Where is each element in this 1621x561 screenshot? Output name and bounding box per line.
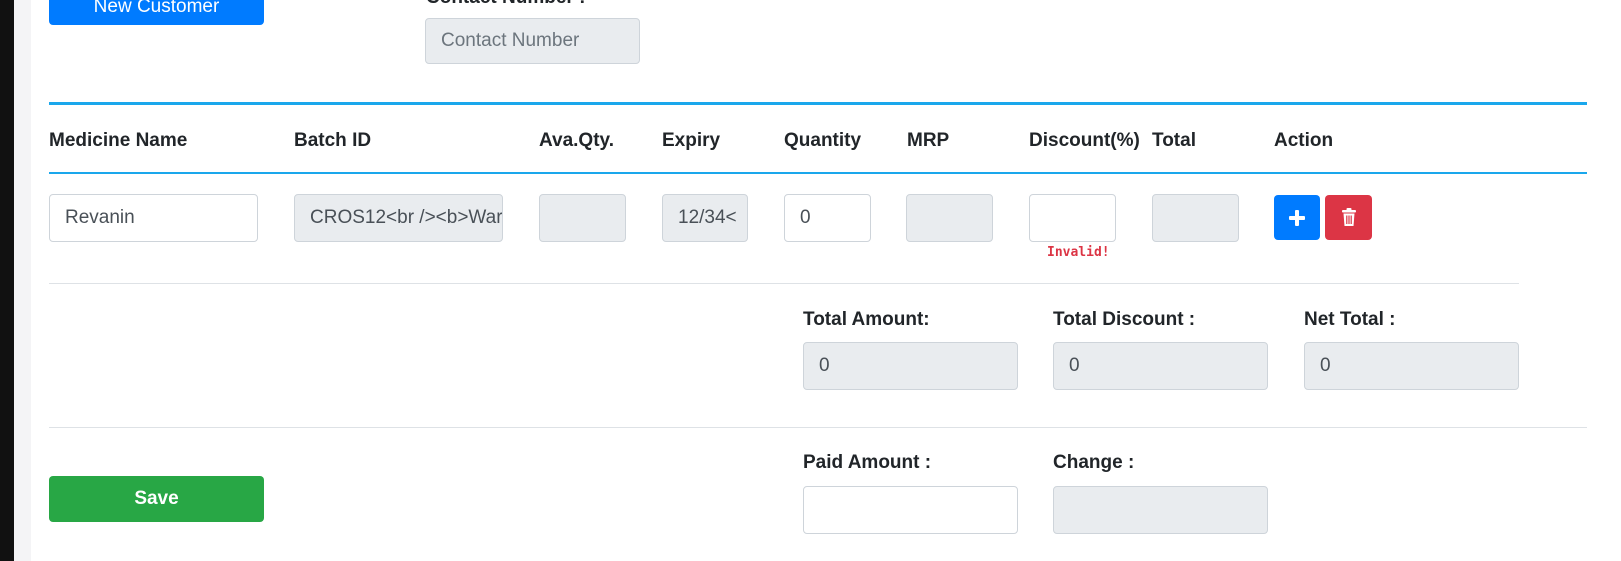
trash-icon: [1341, 208, 1357, 227]
paid-amount-label: Paid Amount :: [803, 452, 932, 473]
row-divider: [49, 283, 1519, 284]
batch-id-field[interactable]: CROS12<br /><b>Warning: [294, 194, 503, 242]
mrp-field[interactable]: [906, 194, 993, 242]
contact-number-label: Contact Number :: [426, 0, 585, 9]
contact-number-field[interactable]: [425, 18, 640, 64]
paid-amount-input[interactable]: [803, 486, 1018, 534]
header-batch-id: Batch ID: [294, 130, 372, 151]
quantity-input[interactable]: 0: [784, 194, 871, 242]
discount-input[interactable]: [1029, 194, 1116, 242]
header-ava-qty: Ava.Qty.: [539, 130, 614, 151]
header-quantity: Quantity: [784, 130, 862, 151]
total-amount-field[interactable]: 0: [803, 342, 1018, 390]
left-sidebar-edge: [0, 0, 14, 561]
discount-error-message: Invalid!: [1047, 245, 1110, 260]
sale-form: New Customer Contact Number : Medicine N…: [31, 0, 1621, 561]
header-total: Total: [1152, 130, 1196, 151]
table-header-bottom-border: [49, 172, 1587, 174]
header-expiry: Expiry: [662, 130, 721, 151]
row-total-field[interactable]: [1152, 194, 1239, 242]
plus-icon: [1288, 209, 1306, 227]
save-button[interactable]: Save: [49, 476, 264, 522]
medicine-name-input[interactable]: Revanin: [49, 194, 258, 242]
header-medicine-name: Medicine Name: [49, 130, 188, 151]
table-header-top-border: [49, 102, 1587, 105]
delete-row-button[interactable]: [1325, 195, 1372, 240]
new-customer-button[interactable]: New Customer: [49, 0, 264, 25]
change-label: Change :: [1053, 452, 1135, 473]
net-total-field[interactable]: 0: [1304, 342, 1519, 390]
expiry-field[interactable]: 12/34<: [662, 194, 748, 242]
available-qty-field[interactable]: [539, 194, 626, 242]
total-discount-label: Total Discount :: [1053, 309, 1196, 330]
total-amount-label: Total Amount:: [803, 309, 930, 330]
header-action: Action: [1274, 130, 1334, 151]
header-mrp: MRP: [907, 130, 950, 151]
total-discount-field[interactable]: 0: [1053, 342, 1268, 390]
totals-divider: [49, 427, 1587, 428]
net-total-label: Net Total :: [1304, 309, 1396, 330]
add-row-button[interactable]: [1274, 195, 1320, 240]
change-field[interactable]: [1053, 486, 1268, 534]
header-discount: Discount(%): [1029, 130, 1140, 151]
